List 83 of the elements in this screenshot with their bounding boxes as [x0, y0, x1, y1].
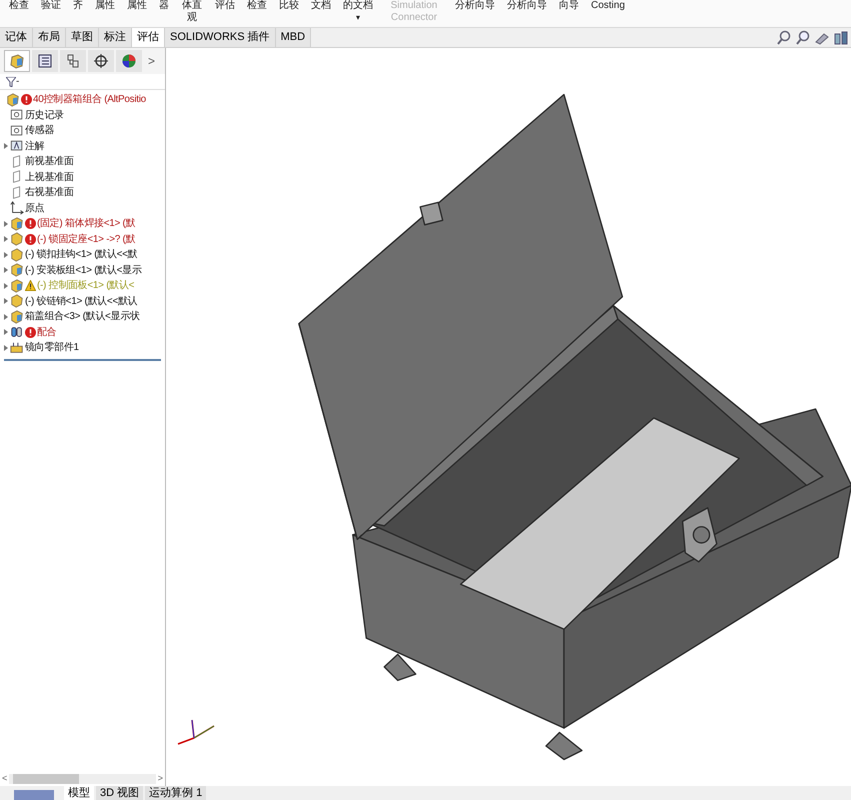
tree-item[interactable]: (-) 锁固定座<1> ->? (默	[37, 232, 136, 247]
assembly-icon	[10, 278, 24, 293]
toolbar-button[interactable]: 向导	[556, 0, 582, 12]
mate-icon	[10, 325, 24, 340]
ribbon-tab[interactable]: 标注	[99, 28, 132, 47]
toolbar-button[interactable]: 验证	[38, 0, 64, 12]
expand-arrow-icon[interactable]	[4, 236, 8, 242]
expand-arrow-icon[interactable]	[4, 344, 8, 351]
expand-arrow-icon[interactable]	[4, 267, 8, 274]
toolbar-button[interactable]: 器	[156, 0, 172, 12]
scrollbar-thumb[interactable]	[13, 774, 80, 784]
folder-icon	[10, 108, 24, 122]
tree-item[interactable]: 配合	[37, 324, 56, 340]
ribbon-tab[interactable]: MBD	[276, 28, 312, 47]
toolbar-button[interactable]: Costing	[588, 0, 628, 12]
zoom-fit-icon[interactable]	[776, 30, 792, 46]
part-icon	[10, 248, 24, 262]
crosshair-icon	[93, 53, 109, 69]
filter-icon[interactable]	[6, 76, 16, 86]
panel-tab[interactable]	[116, 50, 142, 72]
model-thumbnail-icon	[14, 790, 54, 800]
scroll-right-arrow[interactable]: >	[158, 772, 163, 786]
tree-item[interactable]: (-) 安装板组<1> (默认<显示	[25, 262, 142, 278]
annotation-icon	[10, 139, 24, 154]
panel-tab[interactable]	[88, 50, 114, 72]
toolbar-button[interactable]: 比较	[276, 0, 302, 12]
expand-arrow-icon[interactable]	[4, 282, 8, 289]
expand-arrow-icon[interactable]	[4, 329, 8, 336]
tree-item[interactable]: (-) 锁扣挂钩<1> (默认<<默	[25, 247, 138, 262]
assembly-icon	[10, 216, 24, 231]
tree-item[interactable]: 上视基准面	[25, 170, 74, 185]
bottom-tab[interactable]: 3D 视图	[96, 786, 144, 800]
section-view-icon[interactable]	[833, 30, 849, 46]
part-icon	[10, 294, 24, 308]
assembly-icon	[9, 53, 25, 69]
tree-item[interactable]: 40控制器箱组合 (AltPositio	[33, 92, 146, 108]
toolbar-button[interactable]: 分析向导	[452, 0, 498, 12]
part-icon	[10, 232, 24, 246]
toolbar-button[interactable]: 分析向导	[504, 0, 550, 12]
ribbon-tab[interactable]: 布局	[33, 28, 66, 47]
filter-dropdown[interactable]: -	[16, 74, 20, 89]
assembly-icon	[10, 263, 24, 278]
ribbon-tab[interactable]: 记体	[0, 28, 33, 47]
toolbar-button[interactable]: 评估	[212, 0, 238, 12]
expand-arrow-icon[interactable]	[4, 220, 8, 227]
panel-tab[interactable]	[4, 50, 30, 72]
ribbon-tab[interactable]: SOLIDWORKS 插件	[165, 28, 276, 47]
bottom-tab[interactable]: 运动算例 1	[145, 786, 206, 800]
toolbar-button[interactable]: 检查	[6, 0, 32, 12]
expand-arrow-icon[interactable]	[4, 314, 8, 320]
color-wheel-icon	[121, 53, 137, 69]
tree-item[interactable]: 历史记录	[25, 108, 64, 123]
tree-item[interactable]: (-) 铰链销<1> (默认<<默认	[25, 294, 138, 309]
expand-arrow-icon[interactable]	[4, 298, 8, 304]
assembly-icon	[6, 92, 20, 107]
expand-arrow-icon[interactable]	[4, 252, 8, 258]
mirror-icon	[10, 340, 24, 355]
toolbar-button[interactable]: 体直观	[178, 0, 206, 24]
tree-item[interactable]: 传感器	[25, 123, 54, 138]
bottom-tab[interactable]: 模型	[64, 786, 94, 800]
tree-item[interactable]: (固定) 箱体焊接<1> (默	[37, 216, 136, 232]
assembly-icon	[10, 310, 24, 324]
toolbar-button[interactable]: 检查	[244, 0, 270, 12]
zoom-area-icon[interactable]	[795, 30, 811, 46]
folder-icon	[10, 124, 24, 138]
more-tabs-arrow[interactable]: >	[148, 52, 156, 70]
panel-tab[interactable]	[32, 50, 58, 72]
tree-item[interactable]: 前视基准面	[25, 154, 74, 170]
toolbar-button[interactable]: 属性	[124, 0, 150, 12]
panel-tab[interactable]	[60, 50, 86, 72]
scroll-left-arrow[interactable]: <	[2, 772, 8, 786]
tree-item[interactable]: 原点	[25, 200, 44, 216]
tree-item[interactable]: 右视基准面	[25, 185, 74, 200]
tree-item[interactable]: 镜向零部件1	[25, 340, 79, 356]
tree-item[interactable]: 注解	[25, 138, 44, 154]
list-icon	[37, 53, 53, 69]
expand-arrow-icon[interactable]	[4, 143, 8, 150]
config-icon	[65, 53, 81, 69]
ribbon-tab[interactable]: 评估	[132, 28, 165, 47]
toolbar-button[interactable]: 属性	[92, 0, 118, 12]
origin-icon	[10, 201, 24, 216]
tree-item[interactable]: 箱盖组合<3> (默认<显示状	[25, 309, 140, 324]
ribbon-tab[interactable]: 草图	[66, 28, 99, 47]
